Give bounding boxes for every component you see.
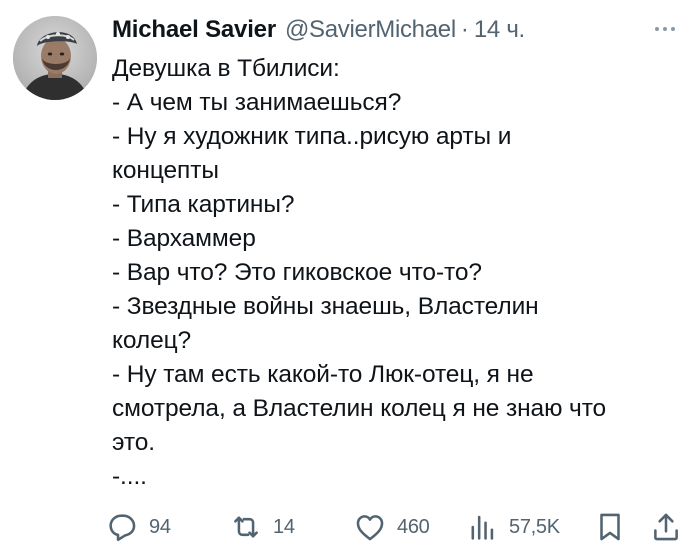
retweet-button[interactable]: 14 <box>229 505 295 549</box>
bookmark-button[interactable] <box>593 505 627 549</box>
tweet-line: смотрела, а Властелин колец я не знаю чт… <box>112 395 607 422</box>
avatar[interactable] <box>13 16 97 100</box>
action-bar: 94 14 460 57,5K <box>105 505 695 549</box>
reply-button[interactable]: 94 <box>105 505 171 549</box>
like-button[interactable]: 460 <box>353 505 430 549</box>
views-count: 57,5K <box>509 515 560 538</box>
tweet-line: - Ну там есть какой-то Люк-отец, я не <box>112 361 534 388</box>
tweet-line: колец? <box>112 327 192 354</box>
share-upload-icon <box>654 513 678 541</box>
avatar-photo <box>13 16 97 100</box>
retweet-count: 14 <box>273 515 295 538</box>
reply-bubble-icon <box>109 514 136 542</box>
tweet-line: - Ну я художник типа..рисую арты и <box>112 123 512 150</box>
tweet-line: -.... <box>112 463 147 490</box>
tweet-line: Девушка в Тбилиси: <box>112 55 340 82</box>
views-button[interactable]: 57,5K <box>465 505 560 549</box>
header-separator: · <box>460 16 469 43</box>
tweet-line: - Звездные войны знаешь, Властелин <box>112 293 539 320</box>
tweet-text: Девушка в Тбилиси: - А чем ты занимаешьс… <box>112 52 692 494</box>
more-dots-icon[interactable] <box>648 22 682 36</box>
tweet-line: - А чем ты занимаешься? <box>112 89 402 116</box>
bookmark-icon <box>600 513 620 541</box>
tweet-header: Michael Savier @SavierMichael · 14 ч. <box>112 13 525 47</box>
more-dot <box>663 27 667 31</box>
tweet-line: - Типа картины? <box>112 191 295 218</box>
tweet-line: это. <box>112 429 155 456</box>
like-count: 460 <box>397 515 430 538</box>
share-button[interactable] <box>649 505 683 549</box>
post-time[interactable]: 14 ч. <box>474 13 525 47</box>
tweet-line: - Вархаммер <box>112 225 256 252</box>
heart-icon <box>356 515 384 541</box>
tweet-line: - Вар что? Это гиковское что-то? <box>112 259 482 286</box>
author-name[interactable]: Michael Savier <box>112 13 276 47</box>
author-handle[interactable]: @SavierMichael <box>285 13 456 47</box>
reply-count: 94 <box>149 515 171 538</box>
tweet: Michael Savier @SavierMichael · 14 ч. Де… <box>0 0 700 560</box>
more-dot <box>671 27 675 31</box>
analytics-bars-icon <box>471 515 494 540</box>
retweet-icon <box>234 516 258 538</box>
tweet-line: концепты <box>112 157 219 184</box>
more-dot <box>655 27 659 31</box>
